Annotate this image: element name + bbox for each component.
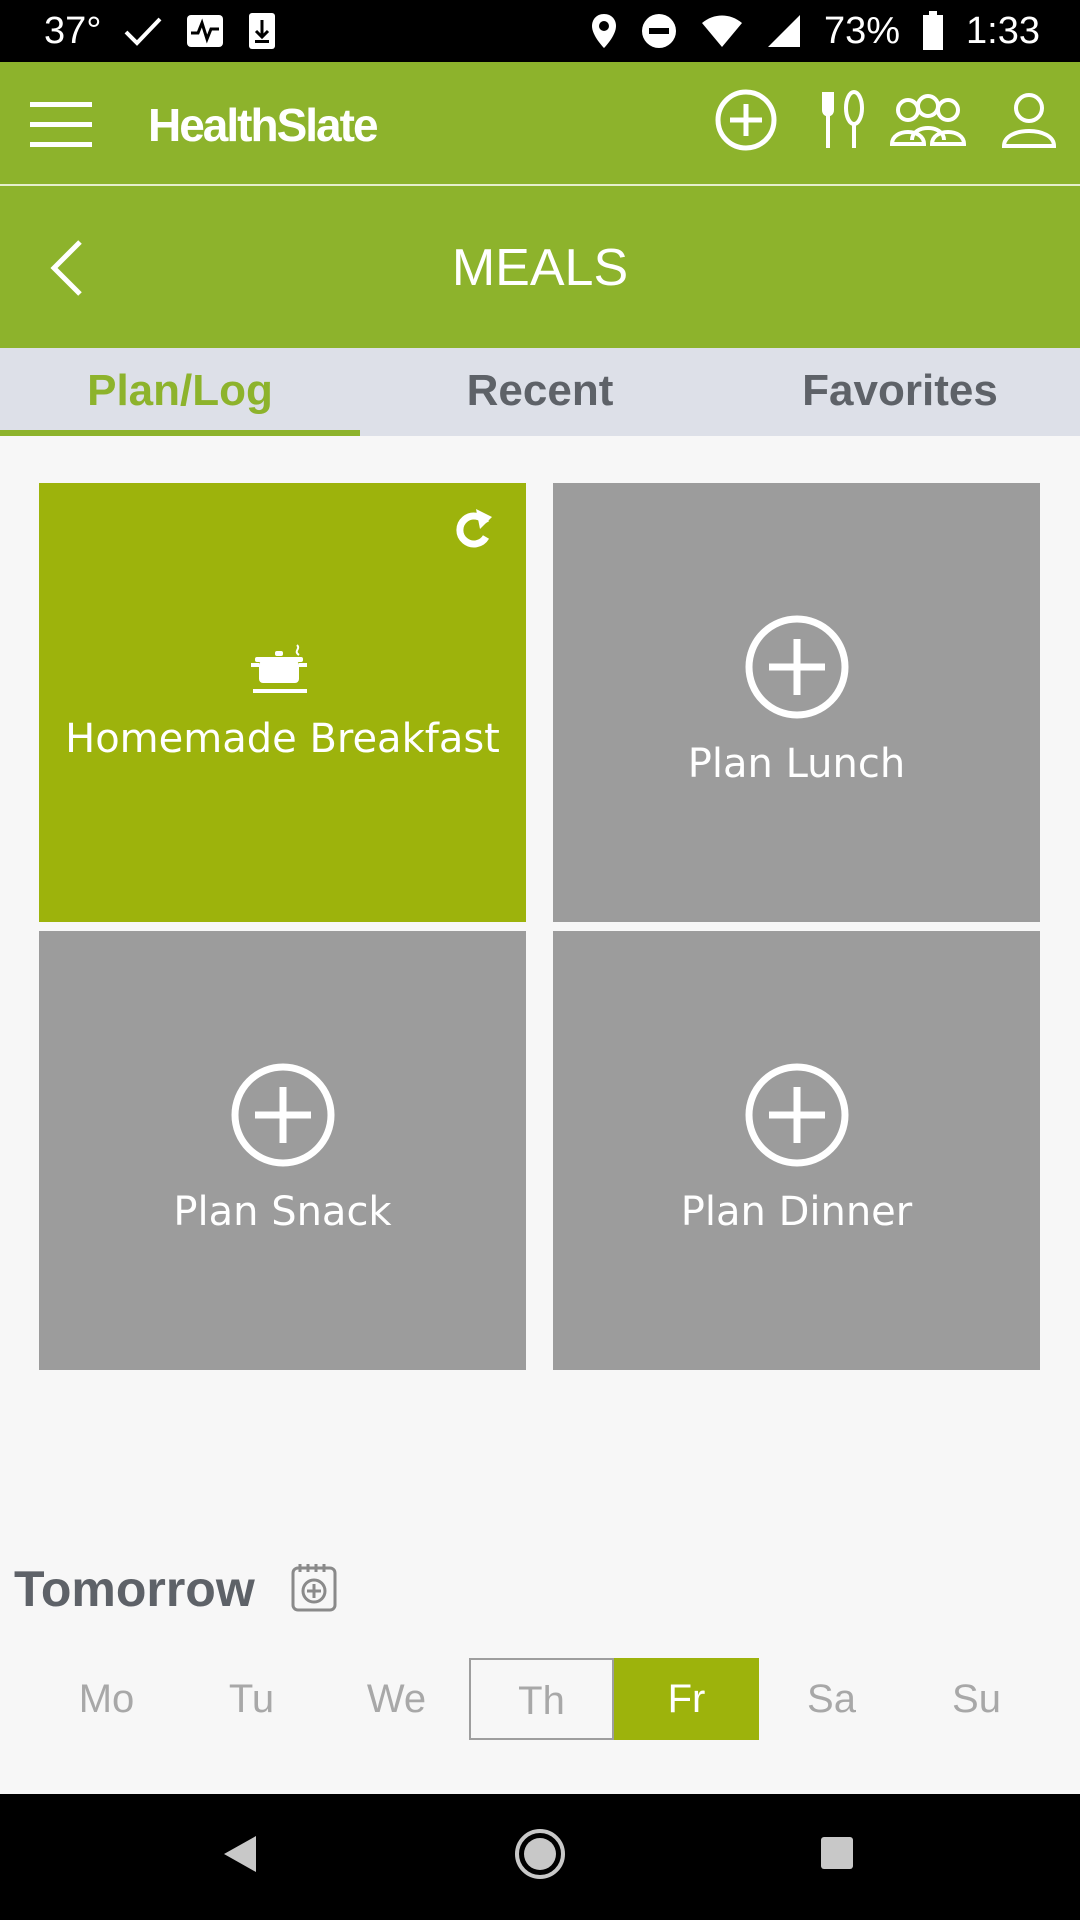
back-nav-icon[interactable]: [222, 1834, 258, 1874]
day-fr[interactable]: Fr: [614, 1658, 759, 1740]
calendar-add-icon[interactable]: [290, 1562, 338, 1612]
location-icon: [591, 14, 616, 48]
status-bar: 37° 73% 1:33: [0, 0, 1080, 62]
day-tu[interactable]: Tu: [179, 1658, 324, 1740]
temperature-text: 37°: [44, 9, 102, 52]
clock: 1:33: [966, 9, 1040, 52]
battery-icon: [923, 11, 944, 50]
download-icon: [249, 13, 276, 49]
community-icon[interactable]: [888, 88, 968, 152]
tab-favorites[interactable]: Favorites: [720, 348, 1080, 436]
profile-icon[interactable]: [1000, 88, 1058, 152]
battery-percent: 73%: [823, 9, 901, 52]
day-th[interactable]: Th: [469, 1658, 614, 1740]
meal-tile-breakfast[interactable]: Homemade Breakfast: [39, 483, 526, 922]
cooking-pot-icon: [251, 644, 307, 693]
tab-bar: Plan/Log Recent Favorites: [0, 348, 1080, 436]
refresh-icon[interactable]: [452, 503, 498, 553]
hamburger-menu-icon[interactable]: [28, 98, 94, 150]
meal-label: Plan Snack: [173, 1189, 392, 1235]
add-circle-icon: [745, 1063, 849, 1167]
day-su[interactable]: Su: [904, 1658, 1049, 1740]
check-icon: [125, 17, 162, 46]
meal-label: Homemade Breakfast: [65, 716, 500, 762]
meal-label: Plan Dinner: [680, 1189, 913, 1235]
add-circle-icon[interactable]: [714, 88, 778, 152]
add-circle-icon: [231, 1063, 335, 1167]
app-bar: HealthSlate: [0, 62, 1080, 186]
do-not-disturb-icon: [641, 14, 676, 48]
meal-tile-snack[interactable]: Plan Snack: [39, 931, 526, 1370]
day-mo[interactable]: Mo: [34, 1658, 179, 1740]
home-nav-icon[interactable]: [514, 1828, 566, 1880]
activity-icon: [187, 15, 224, 47]
app-logo: HealthSlate: [148, 99, 379, 151]
meal-tile-lunch[interactable]: Plan Lunch: [553, 483, 1040, 922]
system-nav-bar: [0, 1794, 1080, 1920]
add-circle-icon: [745, 615, 849, 719]
tomorrow-heading: Tomorrow: [14, 1561, 255, 1617]
recents-nav-icon[interactable]: [820, 1836, 854, 1870]
meal-label: Plan Lunch: [687, 741, 906, 787]
fork-spoon-icon[interactable]: [818, 88, 868, 152]
wifi-icon: [701, 15, 742, 47]
tab-plan-log[interactable]: Plan/Log: [0, 348, 360, 436]
page-title: MEALS: [451, 239, 629, 297]
day-sa[interactable]: Sa: [759, 1658, 904, 1740]
week-day-selector: Mo Tu We Th Fr Sa Su: [34, 1658, 1049, 1740]
meal-tile-dinner[interactable]: Plan Dinner: [553, 931, 1040, 1370]
day-we[interactable]: We: [324, 1658, 469, 1740]
tab-recent[interactable]: Recent: [360, 348, 720, 436]
signal-icon: [767, 15, 800, 47]
title-bar: MEALS: [0, 186, 1080, 348]
